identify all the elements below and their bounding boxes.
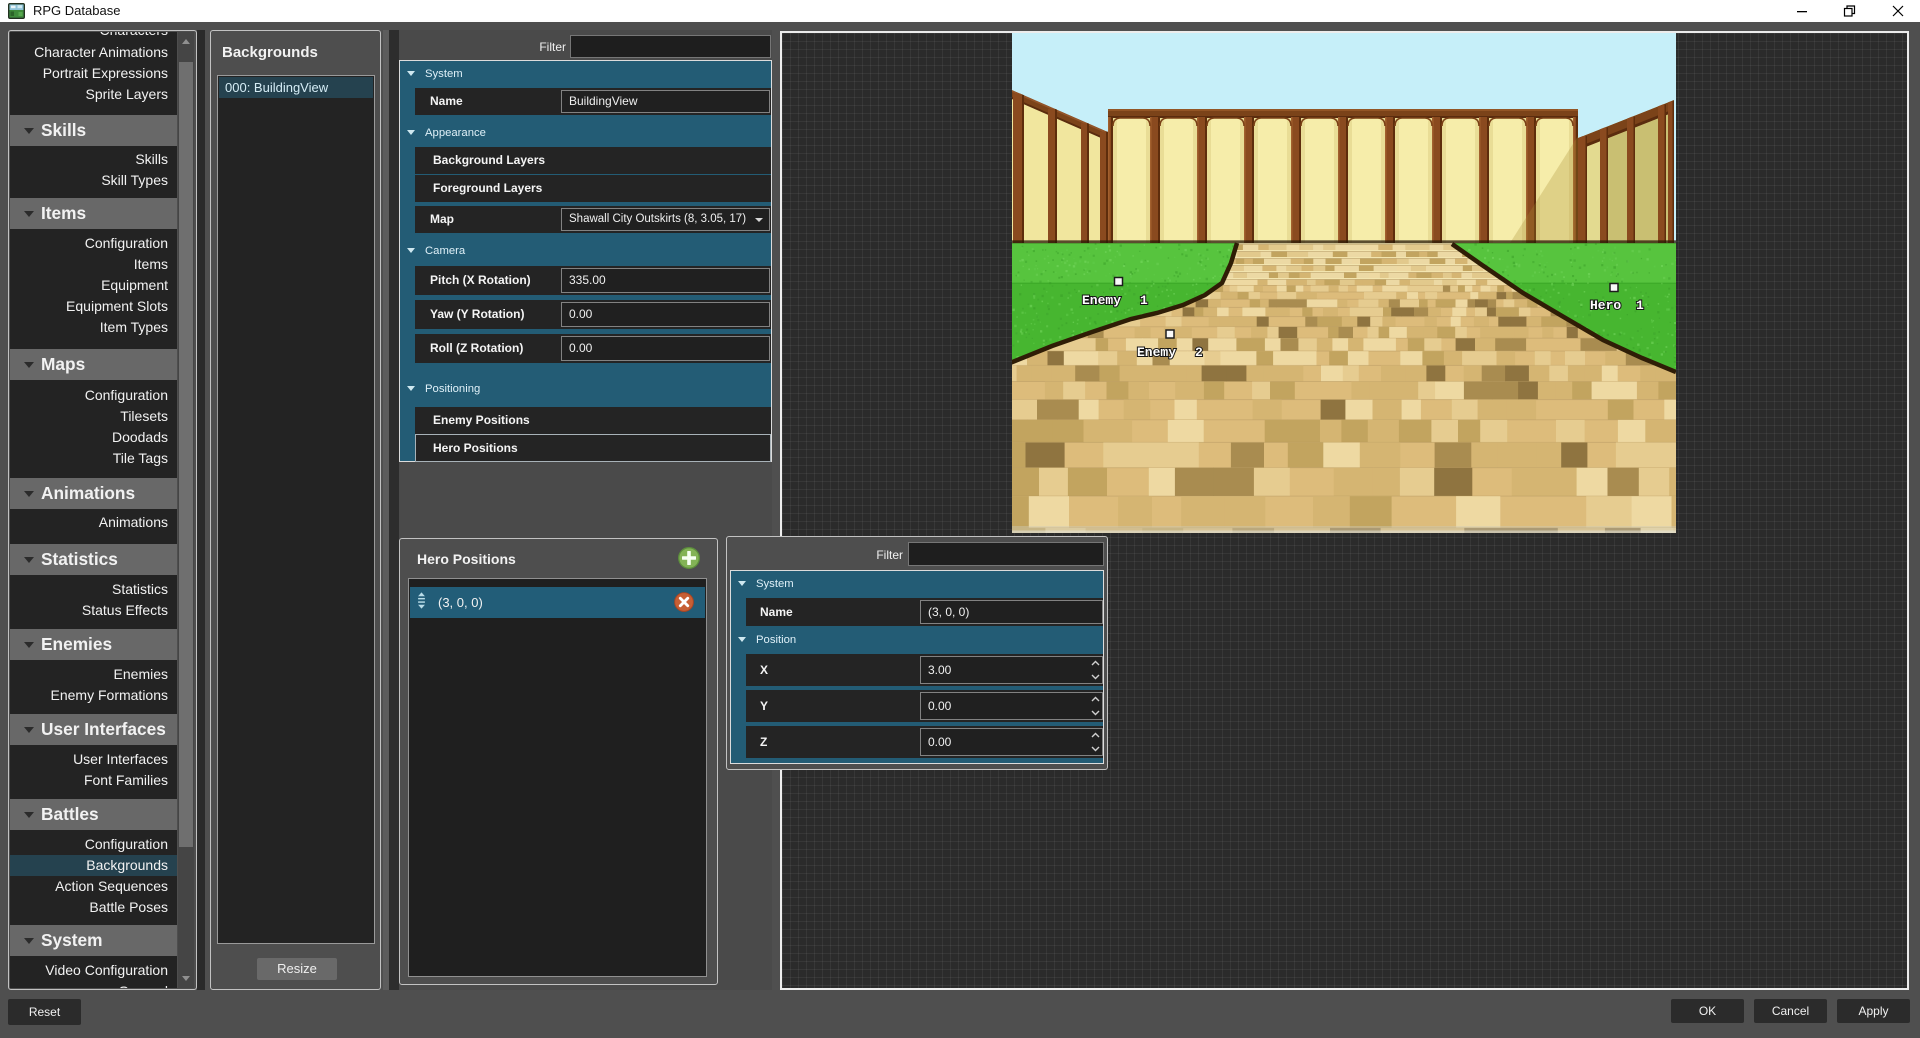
svg-text:1: 1 [1140, 293, 1148, 308]
svg-text:2: 2 [1195, 345, 1203, 360]
svg-text:1: 1 [1636, 298, 1644, 313]
svg-text:Hero: Hero [1590, 298, 1621, 313]
svg-text:Enemy: Enemy [1137, 345, 1176, 360]
svg-text:Enemy: Enemy [1082, 293, 1121, 308]
